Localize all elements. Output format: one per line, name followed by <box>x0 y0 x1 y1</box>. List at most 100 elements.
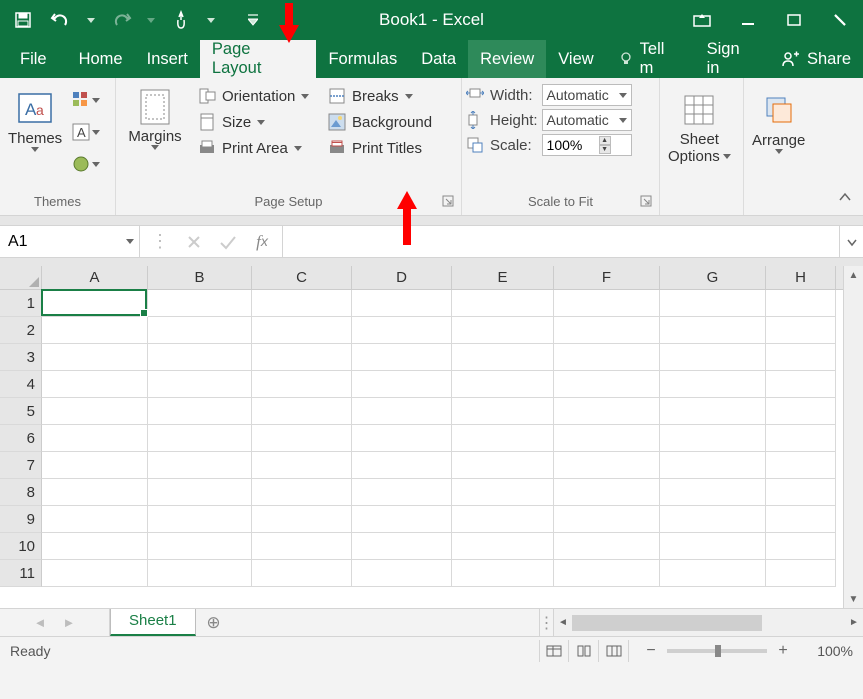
cell[interactable] <box>352 290 452 317</box>
cell[interactable] <box>766 452 836 479</box>
row-header[interactable]: 10 <box>0 533 42 560</box>
cell[interactable] <box>554 371 660 398</box>
cell[interactable] <box>252 371 352 398</box>
cell[interactable] <box>766 560 836 587</box>
ribbon-display-options[interactable] <box>679 0 725 40</box>
cell[interactable] <box>766 533 836 560</box>
cell[interactable] <box>554 452 660 479</box>
cell[interactable] <box>252 560 352 587</box>
cell[interactable] <box>148 506 252 533</box>
name-box-dropdown[interactable] <box>122 239 139 244</box>
cell[interactable] <box>148 398 252 425</box>
cell[interactable] <box>252 533 352 560</box>
column-header[interactable]: A <box>42 266 148 289</box>
close-button[interactable] <box>817 0 863 40</box>
scroll-left-button[interactable]: ◄ <box>554 617 572 628</box>
cell[interactable] <box>352 506 452 533</box>
cell[interactable] <box>766 425 836 452</box>
row-header[interactable]: 1 <box>0 290 42 317</box>
column-header[interactable]: F <box>554 266 660 289</box>
cell[interactable] <box>352 479 452 506</box>
column-header[interactable]: E <box>452 266 554 289</box>
cell[interactable] <box>452 425 554 452</box>
cell[interactable] <box>148 479 252 506</box>
sheet-options-button[interactable]: SheetOptions <box>664 88 735 167</box>
cell[interactable] <box>452 452 554 479</box>
cell[interactable] <box>554 425 660 452</box>
cell[interactable] <box>766 290 836 317</box>
scale-input[interactable] <box>545 136 599 154</box>
cell[interactable] <box>660 425 766 452</box>
row-header[interactable]: 8 <box>0 479 42 506</box>
column-header[interactable]: G <box>660 266 766 289</box>
undo-dropdown[interactable] <box>82 3 100 37</box>
cell[interactable] <box>766 479 836 506</box>
undo-button[interactable] <box>44 3 78 37</box>
cell[interactable] <box>42 371 148 398</box>
cell[interactable] <box>252 452 352 479</box>
page-layout-view-button[interactable] <box>569 640 599 662</box>
cell[interactable] <box>554 398 660 425</box>
cell[interactable] <box>42 425 148 452</box>
page-setup-launcher[interactable] <box>441 195 455 209</box>
themes-button[interactable]: A a Themes <box>4 86 66 154</box>
enter-formula-button[interactable] <box>216 234 240 250</box>
cell[interactable] <box>660 560 766 587</box>
row-header[interactable]: 6 <box>0 425 42 452</box>
row-header[interactable]: 2 <box>0 317 42 344</box>
tab-review[interactable]: Review <box>468 40 546 78</box>
cell[interactable] <box>766 398 836 425</box>
share-button[interactable]: Share <box>769 40 863 78</box>
tab-view[interactable]: View <box>546 40 605 78</box>
cell[interactable] <box>352 344 452 371</box>
cell[interactable] <box>660 452 766 479</box>
new-sheet-button[interactable]: ⊕ <box>196 609 232 636</box>
print-titles-button[interactable]: Print Titles <box>322 136 454 160</box>
cell[interactable] <box>42 452 148 479</box>
zoom-slider[interactable] <box>667 649 767 653</box>
touch-mode-dropdown[interactable] <box>202 3 220 37</box>
tab-page-layout[interactable]: Page Layout <box>200 40 317 78</box>
redo-button[interactable] <box>104 3 138 37</box>
page-break-view-button[interactable] <box>599 640 629 662</box>
cell[interactable] <box>148 560 252 587</box>
cell[interactable] <box>554 479 660 506</box>
cell[interactable] <box>554 560 660 587</box>
breaks-button[interactable]: Breaks <box>322 84 454 108</box>
zoom-percent[interactable]: 100% <box>803 643 853 659</box>
hscroll-thumb[interactable] <box>572 615 762 631</box>
scroll-up-button[interactable]: ▲ <box>844 266 863 284</box>
column-header[interactable]: H <box>766 266 836 289</box>
cell[interactable] <box>352 398 452 425</box>
touch-mode-button[interactable] <box>164 3 198 37</box>
cell[interactable] <box>452 344 554 371</box>
normal-view-button[interactable] <box>539 640 569 662</box>
tab-data[interactable]: Data <box>409 40 468 78</box>
cell[interactable] <box>352 317 452 344</box>
cell[interactable] <box>148 317 252 344</box>
sign-in-button[interactable]: Sign in <box>695 40 769 78</box>
arrange-button[interactable]: Arrange <box>748 88 809 156</box>
name-box[interactable] <box>0 226 140 257</box>
cell[interactable] <box>452 533 554 560</box>
sheet-tab-active[interactable]: Sheet1 <box>110 609 196 636</box>
cancel-formula-button[interactable] <box>182 234 206 250</box>
tab-split-handle[interactable]: ⋮ <box>539 609 553 636</box>
effects-button[interactable] <box>72 150 100 178</box>
cell[interactable] <box>452 560 554 587</box>
cell[interactable] <box>452 371 554 398</box>
maximize-button[interactable] <box>771 0 817 40</box>
cell[interactable] <box>148 371 252 398</box>
cell[interactable] <box>554 317 660 344</box>
cell[interactable] <box>554 344 660 371</box>
tab-home[interactable]: Home <box>67 40 135 78</box>
column-header[interactable]: D <box>352 266 452 289</box>
margins-button[interactable]: Margins <box>120 84 190 152</box>
cell[interactable] <box>452 317 554 344</box>
cell[interactable] <box>148 533 252 560</box>
name-box-input[interactable] <box>0 229 122 255</box>
row-header[interactable]: 4 <box>0 371 42 398</box>
cell[interactable] <box>252 398 352 425</box>
horizontal-scrollbar[interactable]: ◄ ► <box>553 609 863 636</box>
cell[interactable] <box>660 506 766 533</box>
